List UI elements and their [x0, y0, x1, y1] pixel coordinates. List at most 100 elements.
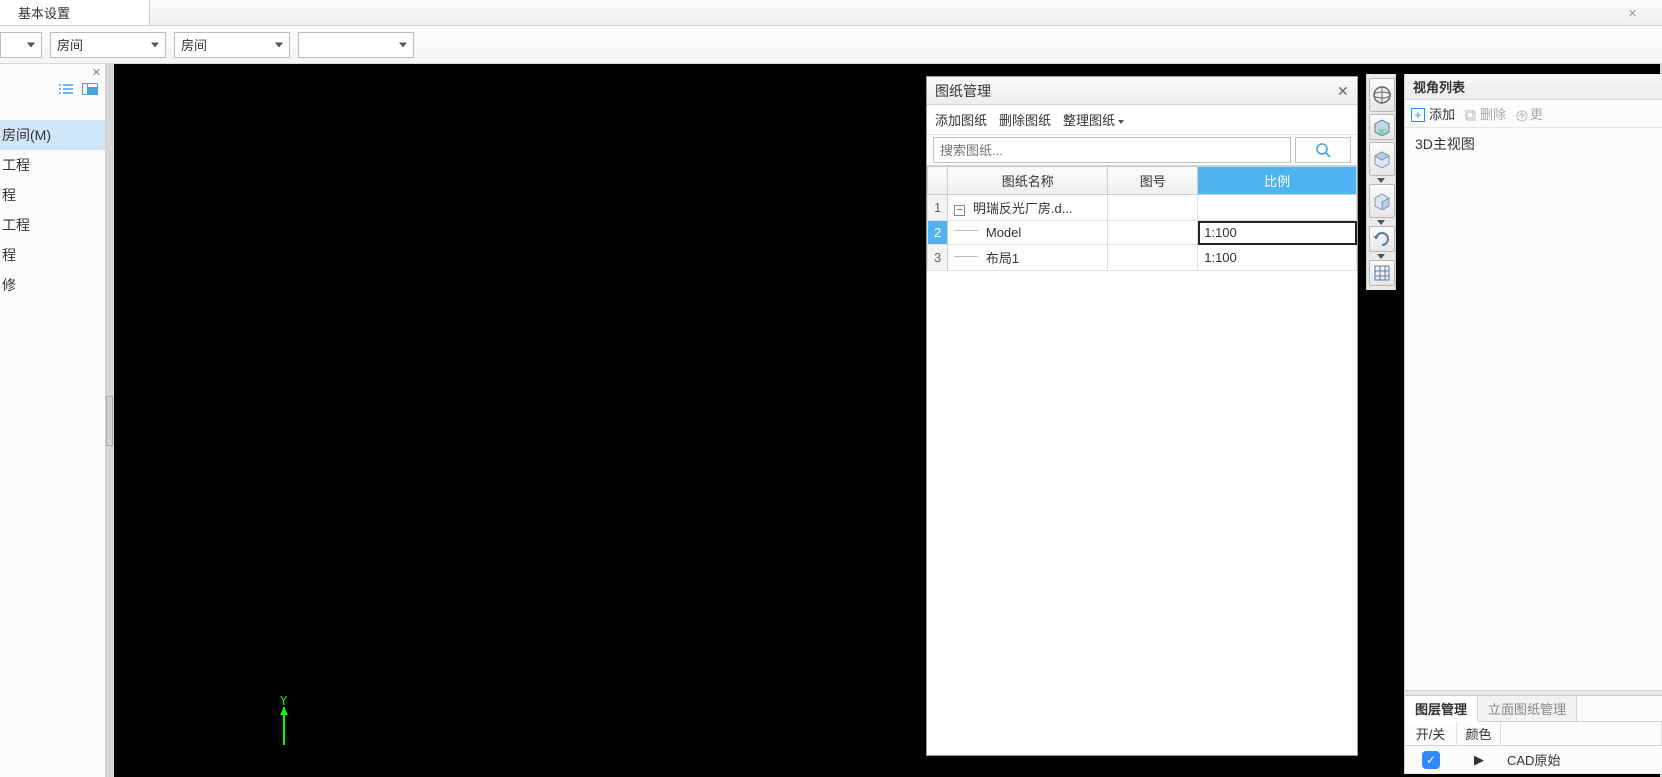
- table-row[interactable]: 1 − 明瑞反光厂房.d...: [928, 195, 1357, 221]
- left-panel: ✕ 房间(M) 工程 程 工程 程 修: [0, 64, 106, 777]
- search-icon: [1315, 142, 1331, 158]
- layer-tabs: 图层管理 立面图纸管理: [1405, 696, 1662, 722]
- axis-gizmo: Y: [274, 695, 294, 747]
- chevron-down-icon: [275, 42, 283, 47]
- top-tabbar: 基本设置 ✕: [0, 0, 1662, 26]
- left-item[interactable]: 工程: [0, 210, 105, 240]
- cube-front-icon[interactable]: [1369, 142, 1395, 176]
- name-cell: − 明瑞反光厂房.d...: [948, 195, 1108, 221]
- layout-icon[interactable]: [81, 82, 99, 96]
- close-icon[interactable]: ✕: [92, 66, 101, 79]
- table-row[interactable]: 3 布局1 1:100: [928, 245, 1357, 271]
- view-item-3d-main[interactable]: 3D主视图: [1415, 134, 1652, 154]
- chevron-down-icon[interactable]: [1377, 254, 1385, 259]
- right-side-panels: 视角列表 +添加 删除 更 3D主视图 图层管理 立面图纸管理 开/关 颜色 ✓…: [1404, 74, 1662, 774]
- combo-2[interactable]: 房间: [50, 32, 166, 58]
- cube-side-icon[interactable]: [1369, 184, 1395, 218]
- rownum-cell: 2: [928, 221, 948, 245]
- tab-elevation-manage[interactable]: 立面图纸管理: [1478, 696, 1577, 721]
- cube-3d-icon[interactable]: 3D: [1369, 114, 1395, 140]
- drawing-manager-panel: 图纸管理 ✕ 添加图纸 删除图纸 整理图纸 图纸名称 图号 比例: [926, 76, 1358, 756]
- checkbox-on-icon[interactable]: ✓: [1422, 751, 1440, 769]
- view-list-body: 3D主视图: [1405, 128, 1662, 690]
- delete-drawing-button[interactable]: 删除图纸: [999, 110, 1051, 129]
- chevron-down-icon[interactable]: [1377, 178, 1385, 183]
- svg-text:3D: 3D: [1378, 129, 1387, 136]
- left-item-room[interactable]: 房间(M): [0, 120, 105, 150]
- drawing-manager-toolbar: 添加图纸 删除图纸 整理图纸: [927, 105, 1357, 135]
- tab-layer-manage[interactable]: 图层管理: [1405, 696, 1478, 722]
- rownum-cell: 3: [928, 245, 948, 271]
- delete-view-button[interactable]: 删除: [1465, 104, 1506, 123]
- combo-4[interactable]: [298, 32, 414, 58]
- combo-3[interactable]: 房间: [174, 32, 290, 58]
- col-number[interactable]: 图号: [1108, 167, 1198, 195]
- plus-icon: +: [1411, 108, 1425, 122]
- drawing-search-row: [927, 135, 1357, 165]
- close-icon[interactable]: ✕: [1337, 83, 1351, 97]
- drawing-table: 图纸名称 图号 比例 1 − 明瑞反光厂房.d... 2: [927, 165, 1357, 271]
- col-rownum: [928, 167, 948, 195]
- combo-value: 房间: [181, 35, 207, 54]
- table-row[interactable]: 2 Model 1:100: [928, 221, 1357, 245]
- view-list-tools: +添加 删除 更: [1405, 100, 1662, 128]
- name-cell: 布局1: [948, 245, 1108, 271]
- col-name[interactable]: 图纸名称: [948, 167, 1108, 195]
- axis-y-label: Y: [280, 694, 288, 708]
- col-color[interactable]: 颜色: [1457, 722, 1501, 745]
- list-icon[interactable]: [57, 82, 75, 96]
- chevron-down-icon: [1118, 120, 1124, 124]
- layer-row[interactable]: ✓ ▶ CAD原始: [1405, 746, 1662, 774]
- add-view-button[interactable]: +添加: [1411, 104, 1455, 123]
- name-cell: Model: [948, 221, 1108, 245]
- left-item[interactable]: 修: [0, 270, 105, 300]
- top-tab-filler: [150, 0, 1662, 25]
- chevron-down-icon: [399, 42, 407, 47]
- left-item[interactable]: 程: [0, 180, 105, 210]
- tree-branch-icon: [954, 256, 978, 257]
- chevron-down-icon[interactable]: [1377, 220, 1385, 225]
- grid-icon[interactable]: [1369, 260, 1395, 286]
- combo-value: 房间: [57, 35, 83, 54]
- rownum-cell: 1: [928, 195, 948, 221]
- number-cell: [1108, 245, 1198, 271]
- toolbar: 房间 房间: [0, 26, 1662, 64]
- close-icon[interactable]: ✕: [1628, 7, 1640, 19]
- globe-icon[interactable]: [1369, 78, 1395, 112]
- search-input[interactable]: [933, 137, 1291, 163]
- splitter-handle[interactable]: [106, 396, 113, 446]
- top-tab-basic-settings[interactable]: 基本设置: [0, 0, 150, 25]
- top-tab-label: 基本设置: [18, 3, 70, 22]
- combo-1[interactable]: [0, 32, 42, 58]
- number-cell: [1108, 195, 1198, 221]
- chevron-down-icon: [151, 42, 159, 47]
- left-item[interactable]: 程: [0, 240, 105, 270]
- left-list: 房间(M) 工程 程 工程 程 修: [0, 102, 105, 300]
- search-button[interactable]: [1295, 137, 1351, 163]
- rotate-icon[interactable]: [1369, 226, 1395, 252]
- left-panel-icons: [0, 64, 105, 102]
- view-toolbar-strip: 3D: [1366, 74, 1396, 290]
- collapse-icon[interactable]: −: [954, 205, 965, 216]
- more-view-button[interactable]: 更: [1516, 104, 1543, 123]
- chevron-down-icon: [27, 42, 35, 47]
- col-scale[interactable]: 比例: [1198, 167, 1357, 195]
- add-drawing-button[interactable]: 添加图纸: [935, 110, 987, 129]
- panel-title-label: 图纸管理: [935, 81, 991, 101]
- scale-cell[interactable]: 1:100: [1198, 221, 1357, 245]
- layer-table-head: 开/关 颜色: [1405, 722, 1662, 746]
- number-cell: [1108, 221, 1198, 245]
- layer-name: CAD原始: [1501, 750, 1662, 769]
- scale-cell: [1198, 195, 1357, 221]
- arrange-drawing-button[interactable]: 整理图纸: [1063, 110, 1124, 129]
- drawing-manager-title[interactable]: 图纸管理 ✕: [927, 77, 1357, 105]
- view-list-header: 视角列表: [1405, 74, 1662, 100]
- arrow-up-icon: [1516, 110, 1528, 122]
- col-toggle[interactable]: 开/关: [1405, 722, 1457, 745]
- tree-branch-icon: [954, 230, 978, 231]
- copy-icon: [1465, 110, 1477, 122]
- expand-arrow-icon[interactable]: ▶: [1474, 752, 1484, 768]
- col-name: [1501, 722, 1662, 745]
- left-item[interactable]: 工程: [0, 150, 105, 180]
- scale-cell: 1:100: [1198, 245, 1357, 271]
